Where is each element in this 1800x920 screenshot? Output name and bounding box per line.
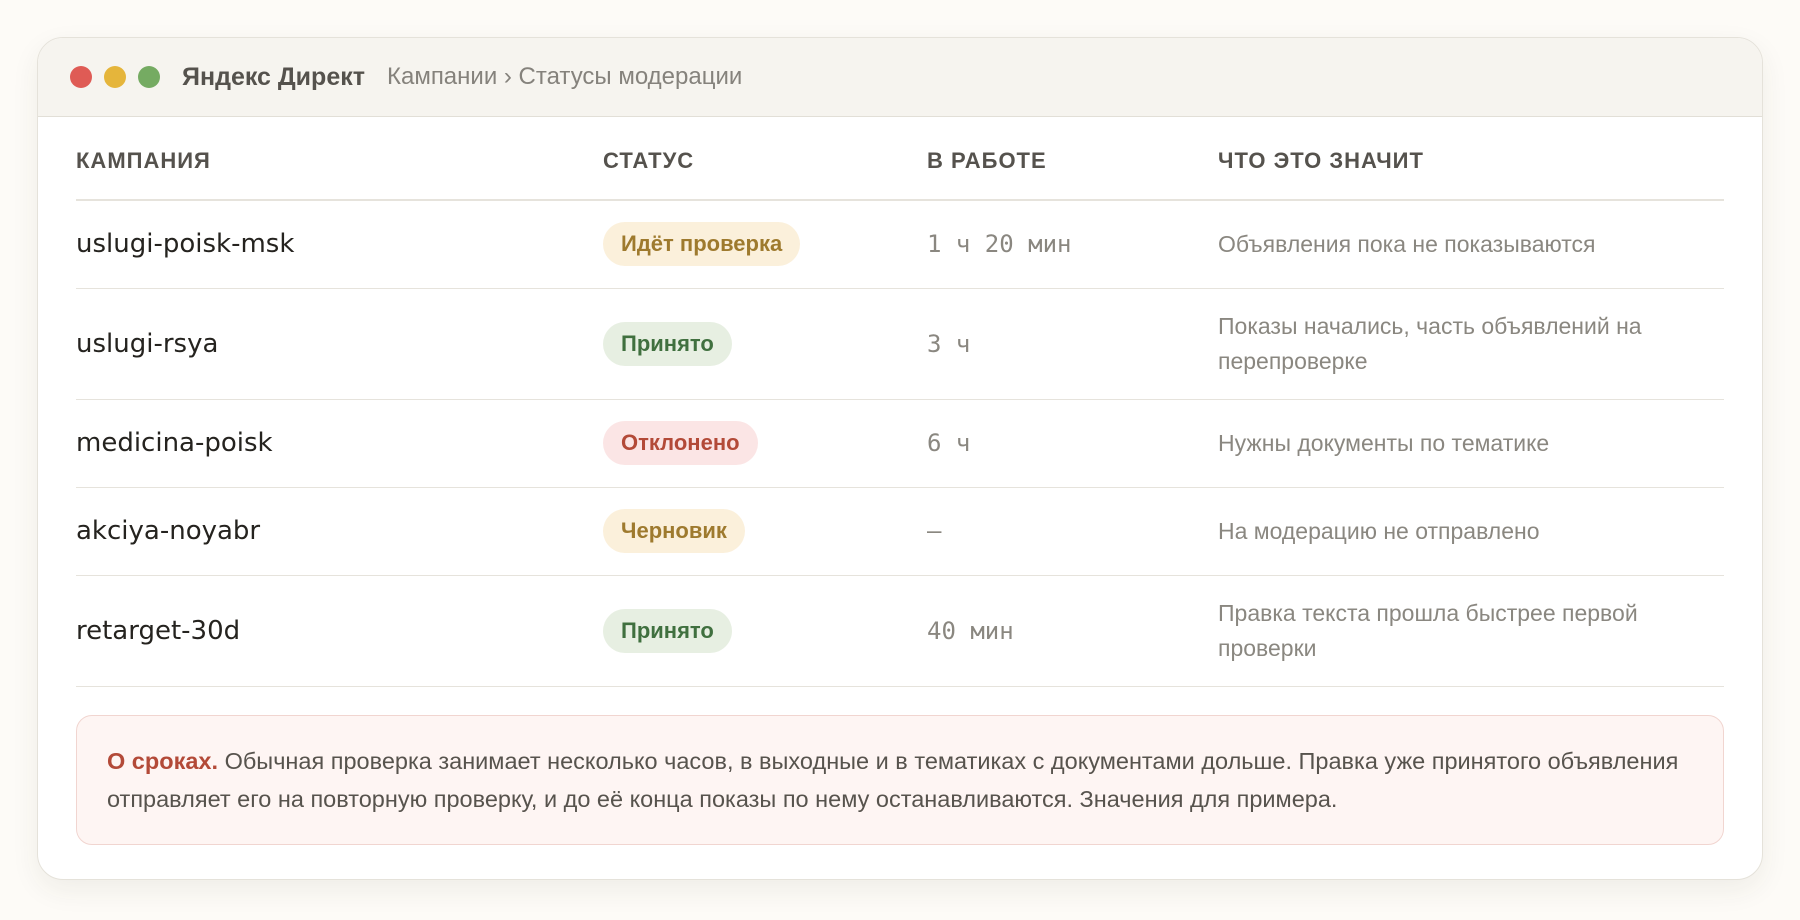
title-bar: Яндекс Директ Кампании › Статусы модерац… bbox=[38, 38, 1762, 117]
header-time: В РАБОТЕ bbox=[927, 118, 1218, 201]
table-header-row: КАМПАНИЯ СТАТУС В РАБОТЕ ЧТО ЭТО ЗНАЧИТ bbox=[76, 118, 1724, 201]
timing-note: О сроках. Обычная проверка занимает неск… bbox=[76, 714, 1724, 845]
main-content: КАМПАНИЯ СТАТУС В РАБОТЕ ЧТО ЭТО ЗНАЧИТ … bbox=[76, 118, 1724, 845]
status-badge: Принято bbox=[603, 321, 732, 366]
status-badge: Отклонено bbox=[603, 421, 758, 465]
status-meaning: Нужны документы по тематике bbox=[1218, 429, 1550, 456]
status-badge: Идёт проверка bbox=[603, 222, 801, 267]
status-badge: Принято bbox=[603, 608, 732, 653]
status-badge: Черновик bbox=[603, 509, 745, 553]
time-in-work: — bbox=[927, 517, 942, 545]
table-row[interactable]: akciya-noyabr Черновик — На модерацию не… bbox=[76, 487, 1724, 576]
status-meaning: На модерацию не отправлено bbox=[1218, 517, 1540, 544]
close-window-button[interactable] bbox=[70, 66, 92, 88]
status-meaning: Правка текста прошла быстрее первой пров… bbox=[1218, 599, 1638, 661]
table-row[interactable]: medicina-poisk Отклонено 6 ч Нужны докум… bbox=[76, 399, 1724, 488]
header-campaign: КАМПАНИЯ bbox=[76, 118, 603, 201]
table-row[interactable]: retarget-30d Принято 40 мин Правка текст… bbox=[76, 575, 1724, 687]
note-text: Обычная проверка занимает несколько часо… bbox=[107, 747, 1679, 812]
moderation-status-table: КАМПАНИЯ СТАТУС В РАБОТЕ ЧТО ЭТО ЗНАЧИТ … bbox=[76, 118, 1724, 687]
time-in-work: 40 мин bbox=[927, 616, 1014, 645]
table-row[interactable]: uslugi-poisk-msk Идёт проверка 1 ч 20 ми… bbox=[76, 200, 1724, 289]
time-in-work: 6 ч bbox=[927, 429, 971, 457]
app-title: Яндекс Директ bbox=[182, 62, 365, 91]
campaign-name[interactable]: akciya-noyabr bbox=[76, 516, 260, 546]
header-status: СТАТУС bbox=[603, 118, 927, 201]
time-in-work: 3 ч bbox=[927, 329, 971, 358]
app-window: Яндекс Директ Кампании › Статусы модерац… bbox=[37, 37, 1763, 880]
minimize-window-button[interactable] bbox=[104, 66, 126, 88]
status-meaning: Показы начались, часть объявлений на пер… bbox=[1218, 312, 1642, 374]
breadcrumb[interactable]: Кампании › Статусы модерации bbox=[387, 63, 742, 91]
header-meaning: ЧТО ЭТО ЗНАЧИТ bbox=[1218, 118, 1724, 201]
maximize-window-button[interactable] bbox=[138, 66, 160, 88]
campaign-name[interactable]: medicina-poisk bbox=[76, 428, 273, 458]
table-row[interactable]: uslugi-rsya Принято 3 ч Показы начались,… bbox=[76, 288, 1724, 400]
campaign-name[interactable]: retarget-30d bbox=[76, 616, 240, 646]
campaign-name[interactable]: uslugi-poisk-msk bbox=[76, 229, 294, 259]
note-title: О сроках. bbox=[107, 747, 219, 774]
status-meaning: Объявления пока не показываются bbox=[1218, 230, 1596, 257]
campaign-name[interactable]: uslugi-rsya bbox=[76, 329, 218, 359]
time-in-work: 1 ч 20 мин bbox=[927, 230, 1072, 259]
